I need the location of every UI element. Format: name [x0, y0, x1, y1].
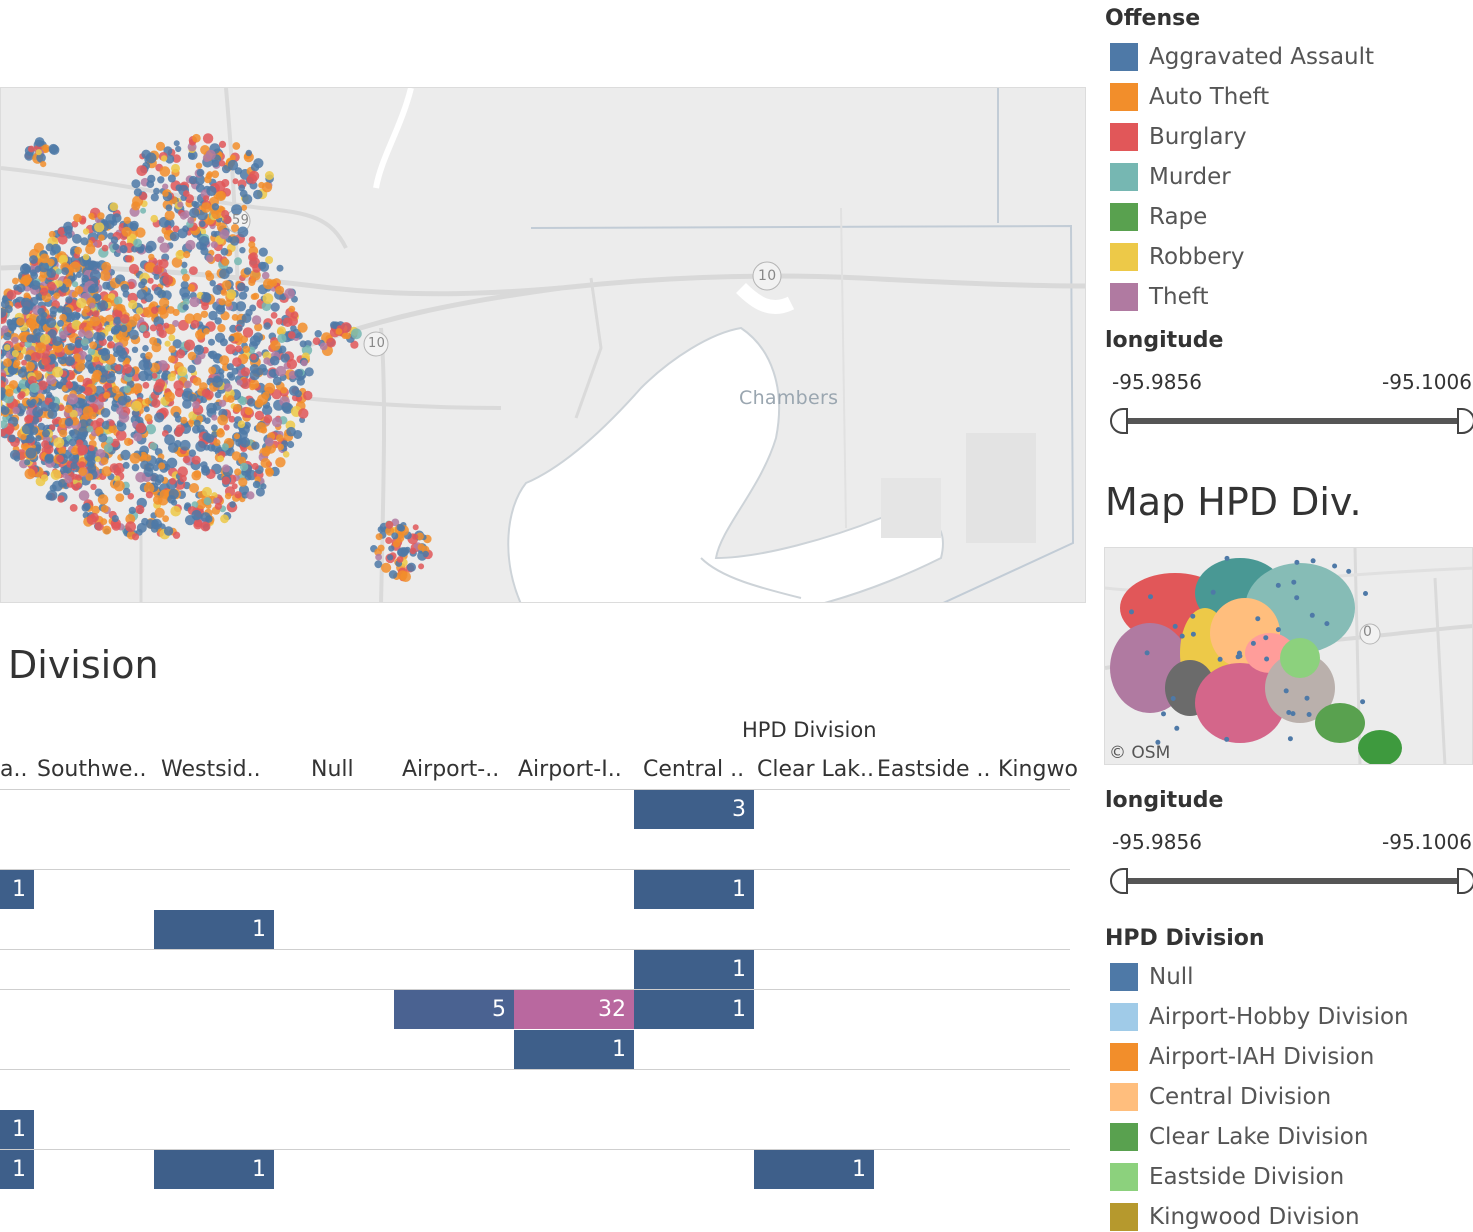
table-cell[interactable]: 1	[634, 870, 754, 909]
column-header[interactable]: a..	[0, 757, 27, 782]
legend-item[interactable]: Theft	[1110, 282, 1209, 312]
highway-shield-label: 10	[758, 268, 776, 284]
legend-item[interactable]: Eastside Division	[1110, 1162, 1344, 1192]
osm-credit[interactable]: © OSM	[1109, 743, 1170, 763]
legend-item[interactable]: Auto Theft	[1110, 82, 1269, 112]
legend-item[interactable]: Burglary	[1110, 122, 1247, 152]
legend-swatch	[1110, 1163, 1138, 1191]
legend-swatch	[1110, 243, 1138, 271]
legend-swatch	[1110, 1123, 1138, 1151]
longitude-max-value: -95.1006	[1382, 370, 1472, 394]
hpd-legend-title: HPD Division	[1105, 926, 1265, 951]
legend-label: Central Division	[1149, 1084, 1331, 1110]
hpd-division-map[interactable]: 0 © OSM	[1104, 547, 1473, 765]
longitude-slider-min-handle[interactable]	[1110, 408, 1128, 434]
table-cell[interactable]: 1	[0, 1150, 34, 1189]
crime-points[interactable]	[1, 133, 433, 582]
column-header[interactable]: Central ..	[643, 757, 744, 782]
legend-swatch	[1110, 43, 1138, 71]
longitude-min-value: -95.9856	[1112, 830, 1202, 854]
table-cell[interactable]: 1	[634, 990, 754, 1029]
legend-label: Clear Lake Division	[1149, 1124, 1368, 1150]
column-header[interactable]: Westsid..	[161, 757, 261, 782]
division-title: Division	[8, 640, 159, 690]
column-header[interactable]: Clear Lak..	[757, 757, 874, 782]
row-divider	[0, 789, 1070, 790]
legend-label: Rape	[1149, 204, 1207, 230]
row-divider	[0, 1069, 1070, 1070]
highway-shield-label: 10	[368, 336, 385, 351]
legend-swatch	[1110, 1003, 1138, 1031]
row-divider	[0, 949, 1070, 950]
legend-label: Auto Theft	[1149, 84, 1269, 110]
table-cell[interactable]: 1	[154, 910, 274, 949]
place-label-chambers: Chambers	[739, 387, 838, 409]
legend-label: Burglary	[1149, 124, 1247, 150]
column-group-header: HPD Division	[742, 718, 877, 742]
longitude-slider-track[interactable]	[1128, 418, 1458, 424]
table-cell[interactable]: 1	[514, 1030, 634, 1069]
longitude-slider-max-handle[interactable]	[1457, 868, 1473, 894]
table-cell[interactable]: 1	[154, 1150, 274, 1189]
legend-swatch	[1110, 283, 1138, 311]
table-cell[interactable]: 1	[0, 1110, 34, 1149]
legend-item[interactable]: Murder	[1110, 162, 1231, 192]
legend-item[interactable]: Null	[1110, 962, 1194, 992]
legend-label: Theft	[1149, 284, 1209, 310]
highway-shield-label: 59	[232, 213, 249, 228]
longitude-max-value: -95.1006	[1382, 830, 1472, 854]
map-background	[1, 88, 1086, 603]
legend-swatch	[1110, 123, 1138, 151]
legend-swatch	[1110, 1043, 1138, 1071]
legend-label: Eastside Division	[1149, 1164, 1344, 1190]
legend-item[interactable]: Aggravated Assault	[1110, 42, 1374, 72]
legend-item[interactable]: Airport-Hobby Division	[1110, 1002, 1409, 1032]
legend-swatch	[1110, 83, 1138, 111]
column-header[interactable]: Airport-I..	[518, 757, 622, 782]
legend-label: Kingwood Division	[1149, 1204, 1360, 1230]
longitude-slider-track[interactable]	[1128, 878, 1458, 884]
table-cell[interactable]: 32	[514, 990, 634, 1029]
mini-map-title: Map HPD Div.	[1105, 480, 1362, 524]
longitude-filter-title: longitude	[1105, 328, 1223, 353]
legend-label: Null	[1149, 964, 1194, 990]
legend-item[interactable]: Airport-IAH Division	[1110, 1042, 1374, 1072]
longitude-min-value: -95.9856	[1112, 370, 1202, 394]
legend-label: Aggravated Assault	[1149, 44, 1374, 70]
column-header[interactable]: Airport-..	[402, 757, 499, 782]
longitude-slider-max-handle[interactable]	[1457, 408, 1473, 434]
legend-label: Robbery	[1149, 244, 1244, 270]
table-cell[interactable]: 5	[394, 990, 514, 1029]
table-cell[interactable]: 1	[0, 870, 34, 909]
legend-swatch	[1110, 963, 1138, 991]
legend-item[interactable]: Clear Lake Division	[1110, 1122, 1368, 1152]
column-header[interactable]: Southwe..	[37, 757, 146, 782]
legend-swatch	[1110, 1203, 1138, 1231]
legend-item[interactable]: Rape	[1110, 202, 1207, 232]
table-cell[interactable]: 1	[754, 1150, 874, 1189]
legend-item[interactable]: Central Division	[1110, 1082, 1331, 1112]
longitude-slider-min-handle[interactable]	[1110, 868, 1128, 894]
table-cell[interactable]: 1	[634, 950, 754, 989]
legend-swatch	[1110, 1083, 1138, 1111]
legend-label: Airport-IAH Division	[1149, 1044, 1374, 1070]
column-header[interactable]: Null	[311, 757, 354, 782]
highway-shield-label: 0	[1363, 624, 1372, 640]
legend-item[interactable]: Kingwood Division	[1110, 1202, 1360, 1232]
crime-map[interactable]: 59 10 10 Chambers	[0, 87, 1086, 603]
table-cell[interactable]: 3	[634, 790, 754, 829]
column-header[interactable]: Eastside ..	[877, 757, 991, 782]
mini-map-background	[1105, 548, 1473, 765]
row-divider	[0, 869, 1070, 870]
legend-swatch	[1110, 203, 1138, 231]
offense-legend-title: Offense	[1105, 6, 1200, 31]
column-header[interactable]: Kingwo	[998, 757, 1078, 782]
legend-item[interactable]: Robbery	[1110, 242, 1244, 272]
longitude-filter-title: longitude	[1105, 788, 1223, 813]
legend-label: Murder	[1149, 164, 1231, 190]
legend-swatch	[1110, 163, 1138, 191]
legend-label: Airport-Hobby Division	[1149, 1004, 1409, 1030]
